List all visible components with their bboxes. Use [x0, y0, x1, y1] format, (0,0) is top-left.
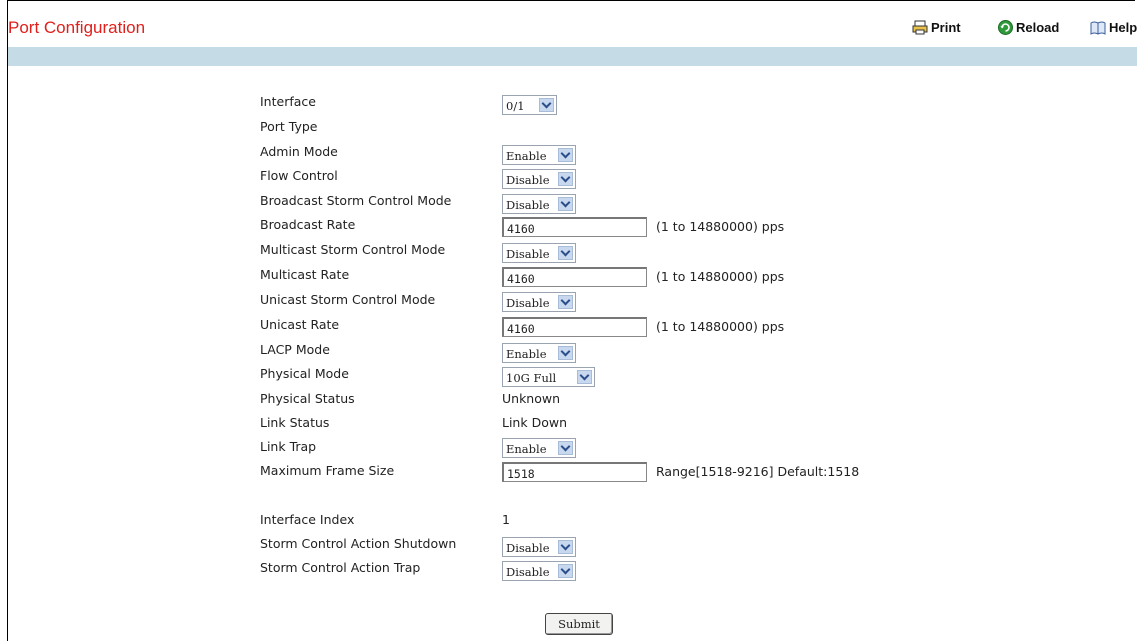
- unicast-mode-label: Unicast Storm Control Mode: [260, 292, 436, 307]
- printer-icon: [912, 20, 928, 35]
- storm-action-shutdown-select[interactable]: Disable: [502, 537, 576, 557]
- multicast-rate-hint: (1 to 14880000) pps: [656, 269, 785, 284]
- chevron-down-icon: [558, 197, 573, 211]
- broadcast-mode-value: Disable: [506, 198, 550, 212]
- link-status-label: Link Status: [260, 415, 330, 430]
- storm-action-trap-select[interactable]: Disable: [502, 561, 576, 581]
- unicast-rate-label: Unicast Rate: [260, 317, 340, 332]
- physical-status-label: Physical Status: [260, 391, 355, 406]
- chevron-down-icon: [558, 564, 573, 578]
- unicast-rate-hint: (1 to 14880000) pps: [656, 319, 785, 334]
- admin-mode-value: Enable: [506, 149, 547, 163]
- help-book-icon: [1090, 21, 1106, 35]
- unicast-rate-input[interactable]: 4160: [502, 317, 647, 337]
- reload-icon: [998, 20, 1013, 35]
- interface-index-label: Interface Index: [260, 512, 355, 527]
- multicast-mode-label: Multicast Storm Control Mode: [260, 242, 446, 257]
- link-trap-label: Link Trap: [260, 439, 317, 454]
- chevron-down-icon: [558, 540, 573, 554]
- broadcast-mode-label: Broadcast Storm Control Mode: [260, 193, 452, 208]
- physical-mode-value: 10G Full: [506, 371, 557, 385]
- reload-button[interactable]: Reload: [998, 20, 1059, 35]
- lacp-mode-label: LACP Mode: [260, 342, 330, 357]
- submit-button[interactable]: Submit: [545, 613, 613, 635]
- lacp-mode-select[interactable]: Enable: [502, 343, 576, 363]
- reload-label: Reload: [1016, 20, 1060, 35]
- interface-select-value: 0/1: [506, 99, 525, 113]
- link-trap-value: Enable: [506, 442, 547, 456]
- link-status-value: Link Down: [502, 415, 567, 430]
- lacp-mode-value: Enable: [506, 347, 547, 361]
- admin-mode-label: Admin Mode: [260, 144, 338, 159]
- chevron-down-icon: [558, 172, 573, 186]
- page-title: Port Configuration: [8, 18, 146, 37]
- chevron-down-icon: [558, 148, 573, 162]
- help-button[interactable]: Help: [1090, 20, 1137, 35]
- header-band: [8, 47, 1137, 66]
- print-button[interactable]: Print: [912, 20, 961, 35]
- broadcast-mode-select[interactable]: Disable: [502, 194, 576, 214]
- physical-mode-label: Physical Mode: [260, 366, 349, 381]
- storm-action-shutdown-value: Disable: [506, 541, 550, 555]
- chevron-down-icon: [558, 441, 573, 455]
- port-type-label: Port Type: [260, 119, 318, 134]
- chevron-down-icon: [558, 295, 573, 309]
- chevron-down-icon: [577, 370, 592, 384]
- multicast-rate-label: Multicast Rate: [260, 267, 350, 282]
- multicast-mode-value: Disable: [506, 247, 550, 261]
- physical-status-value: Unknown: [502, 391, 561, 406]
- flow-control-label: Flow Control: [260, 168, 338, 183]
- unicast-mode-value: Disable: [506, 296, 550, 310]
- storm-action-trap-value: Disable: [506, 565, 550, 579]
- multicast-rate-input[interactable]: 4160: [502, 267, 647, 287]
- flow-control-select[interactable]: Disable: [502, 169, 576, 189]
- broadcast-rate-input[interactable]: 4160: [502, 217, 647, 237]
- chevron-down-icon: [539, 98, 554, 112]
- print-label: Print: [931, 20, 961, 35]
- chevron-down-icon: [558, 346, 573, 360]
- help-label: Help: [1109, 20, 1137, 35]
- physical-mode-select[interactable]: 10G Full: [502, 367, 595, 387]
- multicast-mode-select[interactable]: Disable: [502, 243, 576, 263]
- max-frame-size-hint: Range[1518-9216] Default:1518: [656, 464, 860, 479]
- unicast-mode-select[interactable]: Disable: [502, 292, 576, 312]
- interface-select[interactable]: 0/1: [502, 95, 557, 115]
- broadcast-rate-label: Broadcast Rate: [260, 217, 356, 232]
- interface-index-value: 1: [502, 512, 510, 527]
- link-trap-select[interactable]: Enable: [502, 438, 576, 458]
- storm-action-shutdown-label: Storm Control Action Shutdown: [260, 536, 457, 551]
- flow-control-value: Disable: [506, 173, 550, 187]
- max-frame-size-label: Maximum Frame Size: [260, 463, 395, 478]
- interface-label: Interface: [260, 94, 316, 109]
- broadcast-rate-hint: (1 to 14880000) pps: [656, 219, 785, 234]
- max-frame-size-input[interactable]: 1518: [502, 462, 647, 482]
- chevron-down-icon: [558, 246, 573, 260]
- admin-mode-select[interactable]: Enable: [502, 145, 576, 165]
- storm-action-trap-label: Storm Control Action Trap: [260, 560, 421, 575]
